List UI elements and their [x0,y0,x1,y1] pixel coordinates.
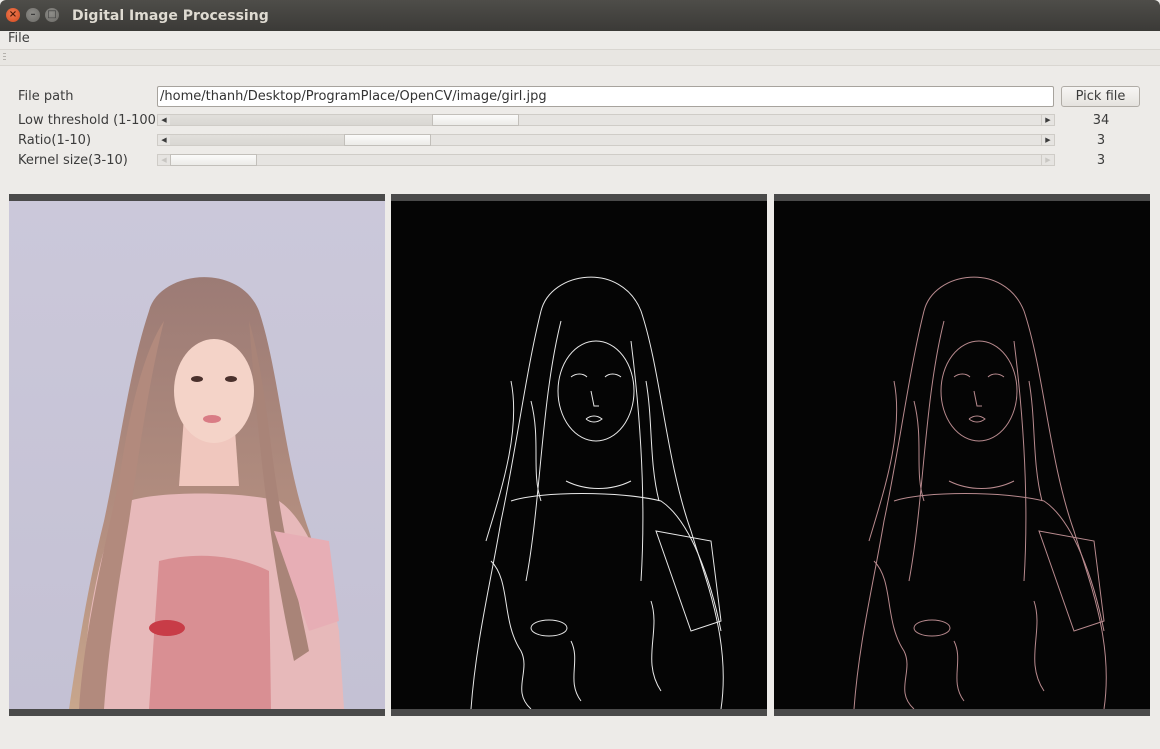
low-threshold-label: Low threshold (1-100) [18,113,162,128]
slider-handle[interactable] [170,154,257,166]
minimize-window-button[interactable]: – [26,8,40,22]
window-title: Digital Image Processing [72,8,269,24]
slider-filled [170,135,344,145]
menu-bar: File [0,31,1160,49]
toolbar-grip-handle[interactable] [3,53,6,61]
close-window-button[interactable]: × [6,8,20,22]
low-threshold-value: 34 [1092,113,1110,128]
slider-handle[interactable] [432,114,519,126]
kernel-size-slider[interactable]: ◀ ▶ [157,154,1055,166]
ratio-slider[interactable]: ◀ ▶ [157,134,1055,146]
slider-track[interactable] [170,114,1042,126]
original-image-panel [9,194,385,716]
slider-track[interactable] [170,134,1042,146]
menu-file[interactable]: File [8,31,30,46]
arrow-right-icon[interactable]: ▶ [1041,115,1054,125]
arrow-left-icon[interactable]: ◀ [158,135,170,145]
canny-edge-image [391,201,767,709]
file-path-input[interactable]: /home/thanh/Desktop/ProgramPlace/OpenCV/… [157,86,1054,107]
kernel-size-label: Kernel size(3-10) [18,153,128,168]
low-threshold-slider[interactable]: ◀ ▶ [157,114,1055,126]
slider-handle[interactable] [344,134,431,146]
file-path-label: File path [18,89,74,104]
edge-image-panel [391,194,767,716]
colored-edge-image-panel [774,194,1150,716]
arrow-left-icon[interactable]: ◀ [158,155,170,165]
maximize-window-button[interactable]: □ [45,8,59,22]
arrow-right-icon[interactable]: ▶ [1041,135,1054,145]
slider-filled [170,115,432,125]
arrow-left-icon[interactable]: ◀ [158,115,170,125]
original-photo [9,201,385,709]
title-bar: × – □ Digital Image Processing [0,0,1160,31]
pick-file-button[interactable]: Pick file [1061,86,1140,107]
ratio-label: Ratio(1-10) [18,133,92,148]
colored-edge-image [774,201,1150,709]
arrow-right-icon[interactable]: ▶ [1041,155,1054,165]
ratio-value: 3 [1096,133,1106,148]
toolbar [0,49,1160,66]
slider-track[interactable] [170,154,1042,166]
kernel-size-value: 3 [1096,153,1106,168]
